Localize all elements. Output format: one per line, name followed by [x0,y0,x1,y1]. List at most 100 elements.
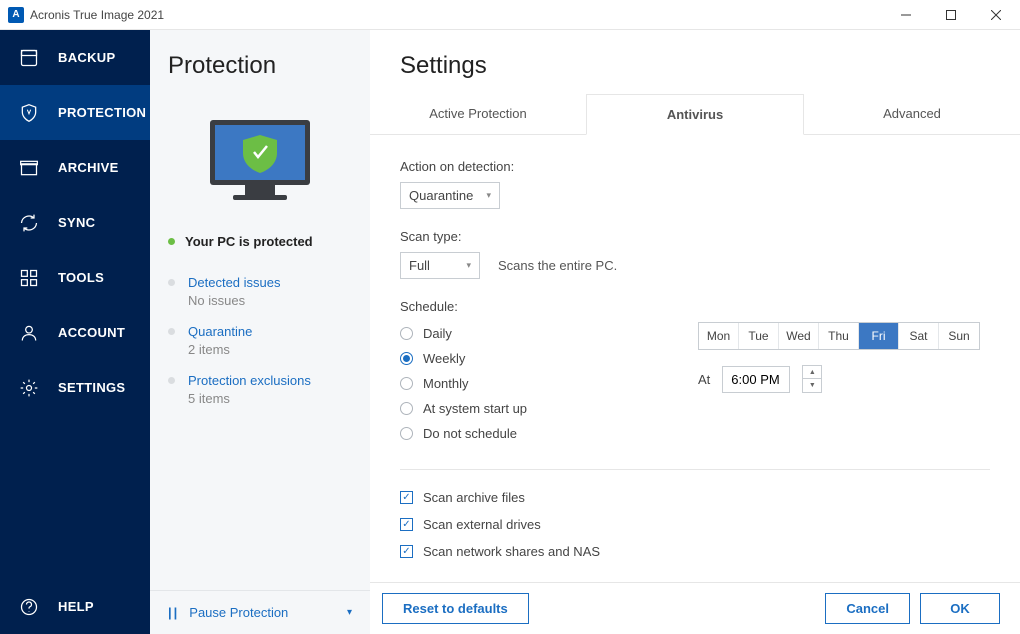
checkbox-icon: ✓ [400,545,413,558]
sidebar-item-help[interactable]: HELP [0,579,150,634]
check-scan-archives[interactable]: ✓Scan archive files [400,490,990,505]
pause-protection-button[interactable]: || Pause Protection ▾ [150,590,370,634]
tab-advanced[interactable]: Advanced [804,94,1020,134]
chevron-down-icon: ▾ [486,190,491,201]
status-dot-icon [168,238,175,245]
ok-button[interactable]: OK [920,593,1000,624]
sidebar-item-protection[interactable]: PROTECTION [0,85,150,140]
radio-label: Monthly [423,376,469,391]
day-tue[interactable]: Tue [739,323,779,349]
cancel-button[interactable]: Cancel [825,593,910,624]
time-up-button[interactable]: ▲ [803,366,821,379]
exclusions-link[interactable]: Protection exclusions [188,373,352,388]
action-value: Quarantine [409,188,473,203]
shield-icon [18,103,40,123]
close-button[interactable] [973,1,1018,29]
stack-icon [18,48,40,68]
radio-weekly[interactable]: Weekly [400,351,527,366]
bullet-icon [168,279,175,286]
footer: Reset to defaults Cancel OK [370,582,1020,634]
day-selector: Mon Tue Wed Thu Fri Sat Sun [698,322,980,350]
maximize-button[interactable] [928,1,973,29]
check-scan-network[interactable]: ✓ Scan network shares and NAS [400,544,990,559]
radio-icon [400,402,413,415]
day-sun[interactable]: Sun [939,323,979,349]
sidebar-item-tools[interactable]: TOOLS [0,250,150,305]
tabs: Active Protection Antivirus Advanced [370,94,1020,135]
tab-antivirus[interactable]: Antivirus [586,94,804,135]
status-text: Your PC is protected [185,234,313,249]
sidebar-item-account[interactable]: ACCOUNT [0,305,150,360]
reset-defaults-button[interactable]: Reset to defaults [382,593,529,624]
sidebar-item-sync[interactable]: SYNC [0,195,150,250]
check-label: Scan external drives [423,517,541,532]
check-label: Scan archive files [423,490,525,505]
radio-no-schedule[interactable]: Do not schedule [400,426,527,441]
app-icon: A [8,7,24,23]
time-down-button[interactable]: ▼ [803,379,821,392]
time-at-label: At [698,372,710,387]
radio-icon [400,427,413,440]
sidebar-label: ACCOUNT [58,325,125,340]
day-mon[interactable]: Mon [699,323,739,349]
sidebar-label: PROTECTION [58,105,146,120]
quarantine-block: Quarantine 2 items [150,308,370,357]
page-title: Settings [370,30,1020,94]
protection-status: Your PC is protected [150,220,370,259]
box-icon [18,158,40,178]
radio-label: Weekly [423,351,465,366]
settings-scroll-area[interactable]: Action on detection: Quarantine ▾ Scan t… [370,135,1020,582]
radio-label: Do not schedule [423,426,517,441]
sidebar: BACKUP PROTECTION ARCHIVE SYNC TOOLS ACC… [0,30,150,634]
bullet-icon [168,377,175,384]
sidebar-item-archive[interactable]: ARCHIVE [0,140,150,195]
radio-daily[interactable]: Daily [400,326,527,341]
exclusions-count: 5 items [188,391,352,406]
sidebar-label: SETTINGS [58,380,125,395]
day-thu[interactable]: Thu [819,323,859,349]
scan-type-note: Scans the entire PC. [498,258,617,273]
checkbox-icon: ✓ [400,518,413,531]
scan-type-select[interactable]: Full ▾ [400,252,480,279]
sidebar-label: TOOLS [58,270,104,285]
monitor-illustration [150,90,370,220]
schedule-label: Schedule: [400,299,990,314]
day-wed[interactable]: Wed [779,323,819,349]
help-icon [18,597,40,617]
radio-icon [400,377,413,390]
app-title: Acronis True Image 2021 [30,8,883,22]
detected-issues-block: Detected issues No issues [150,259,370,308]
action-label: Action on detection: [400,159,990,174]
action-select[interactable]: Quarantine ▾ [400,182,500,209]
sidebar-label: BACKUP [58,50,115,65]
chevron-down-icon: ▾ [347,607,352,618]
pause-icon: || [168,605,179,620]
radio-icon [400,352,413,365]
sidebar-label: HELP [58,599,94,614]
day-fri[interactable]: Fri [859,323,899,349]
titlebar: A Acronis True Image 2021 [0,0,1020,30]
radio-label: At system start up [423,401,527,416]
check-scan-external[interactable]: ✓ Scan external drives [400,517,990,532]
scan-type-label: Scan type: [400,229,990,244]
quarantine-link[interactable]: Quarantine [188,324,352,339]
radio-icon [400,327,413,340]
minimize-button[interactable] [883,1,928,29]
sidebar-item-settings[interactable]: SETTINGS [0,360,150,415]
pause-label: Pause Protection [189,605,288,620]
radio-startup[interactable]: At system start up [400,401,527,416]
time-input[interactable]: 6:00 PM [722,366,790,393]
sidebar-label: SYNC [58,215,95,230]
tab-active-protection[interactable]: Active Protection [370,94,586,134]
sidebar-item-backup[interactable]: BACKUP [0,30,150,85]
content-pane: Settings Active Protection Antivirus Adv… [370,30,1020,634]
detected-issues-link[interactable]: Detected issues [188,275,352,290]
radio-monthly[interactable]: Monthly [400,376,527,391]
divider [400,469,990,470]
time-spinner: ▲ ▼ [802,365,822,393]
day-sat[interactable]: Sat [899,323,939,349]
check-label: Scan network shares and NAS [423,544,600,559]
protection-panel: Protection Your PC is protected Detected… [150,30,370,634]
scan-type-value: Full [409,258,430,273]
panel-title: Protection [150,30,370,90]
